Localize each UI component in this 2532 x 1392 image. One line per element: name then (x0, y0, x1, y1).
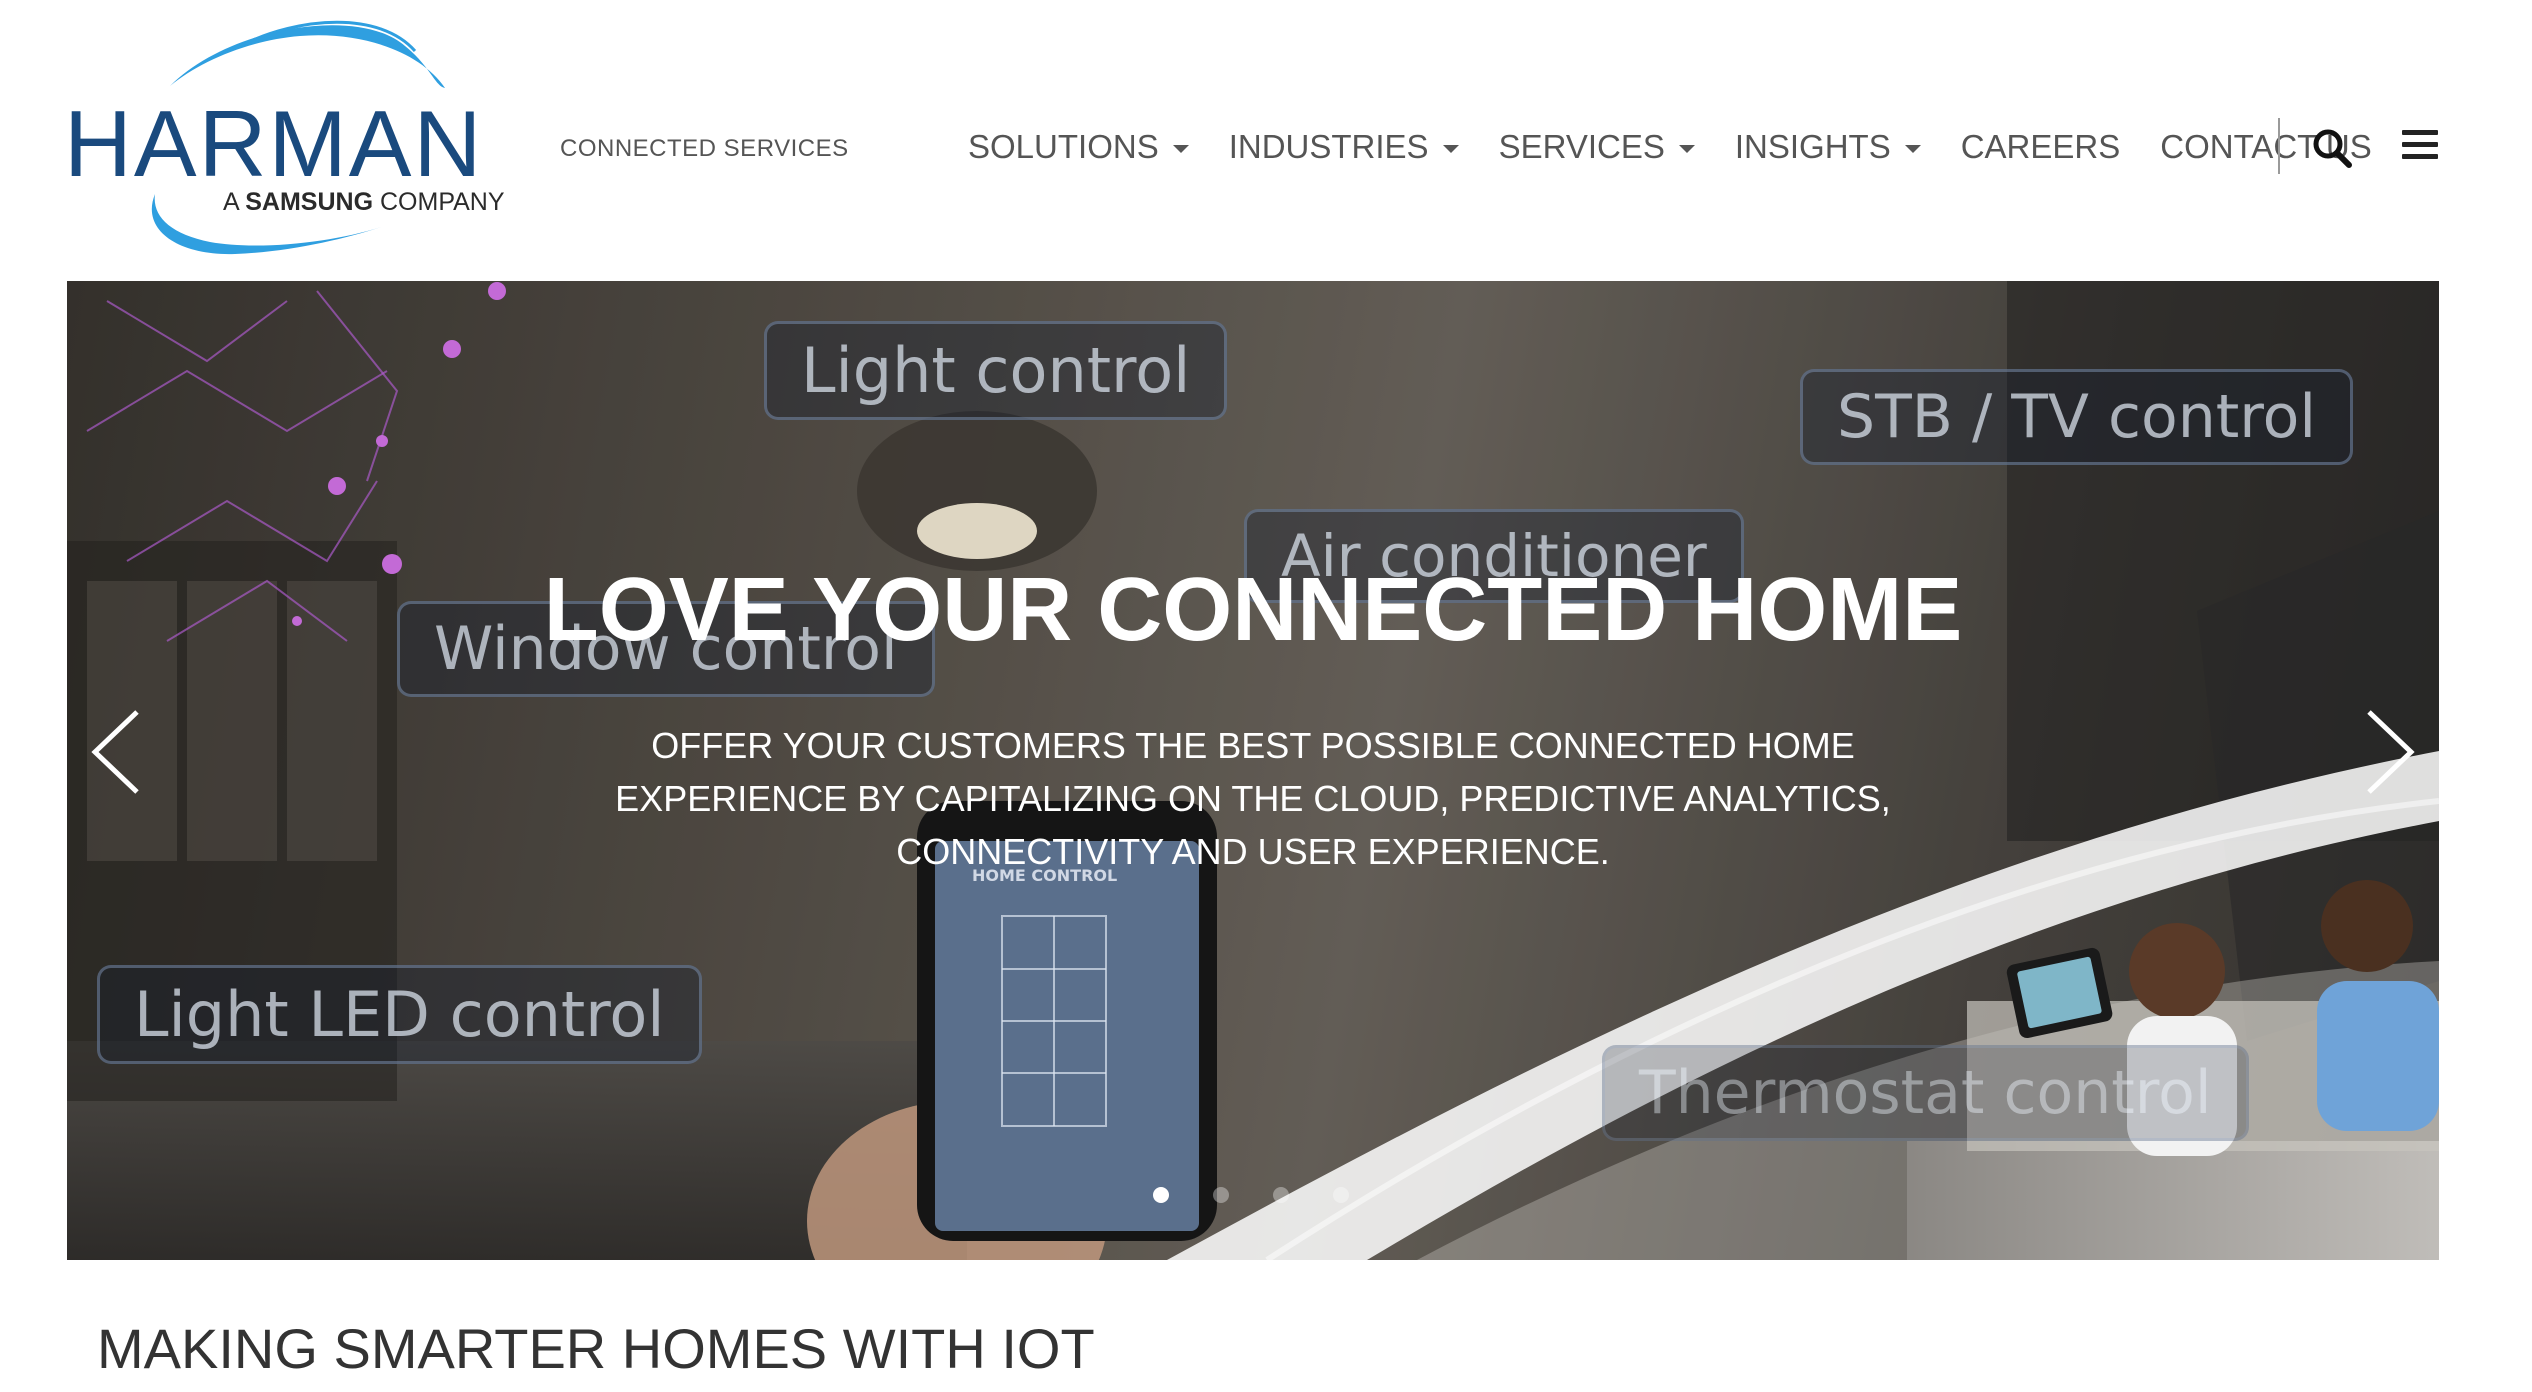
site-tagline: CONNECTED SERVICES (560, 135, 849, 162)
caret-down-icon (1172, 145, 1189, 153)
search-button[interactable] (2310, 126, 2354, 170)
main-navigation: SOLUTIONS INDUSTRIES SERVICES INSIGHTS C… (968, 120, 2412, 174)
caret-down-icon (1678, 145, 1695, 153)
logo-subline: A SAMSUNG COMPANY (223, 188, 505, 216)
chevron-left-icon (91, 710, 139, 794)
nav-item-label: INDUSTRIES (1228, 128, 1429, 165)
hero-subtitle: OFFER YOUR CUSTOMERS THE BEST POSSIBLE C… (615, 725, 1891, 872)
carousel-next-button[interactable] (2359, 707, 2419, 797)
bubble-stb-tv-control: STB / TV control (1800, 369, 2354, 465)
nav-item-label: INSIGHTS (1734, 128, 1891, 165)
hamburger-menu-button[interactable] (2402, 130, 2438, 164)
nav-item-label: CAREERS (1960, 128, 2121, 165)
nav-item-label: SERVICES (1498, 128, 1665, 165)
bubble-light-led-control: Light LED control (97, 965, 702, 1064)
nav-divider (2278, 118, 2280, 174)
carousel-dot-4[interactable] (1333, 1187, 1349, 1203)
carousel-dot-3[interactable] (1273, 1187, 1289, 1203)
nav-item-label: SOLUTIONS (968, 128, 1159, 165)
caret-down-icon (1904, 145, 1921, 153)
chevron-right-icon (2367, 710, 2415, 794)
caret-down-icon (1442, 145, 1459, 153)
carousel-dot-1[interactable] (1153, 1187, 1169, 1203)
search-icon (2313, 129, 2352, 168)
hero-title: LOVE YOUR CONNECTED HOME (543, 560, 1963, 660)
hamburger-menu-icon (2402, 130, 2438, 135)
bubble-light-control: Light control (764, 321, 1228, 420)
nav-item-solutions[interactable]: SOLUTIONS (968, 128, 1189, 166)
carousel-prev-button[interactable] (87, 707, 147, 797)
carousel-dot-2[interactable] (1213, 1187, 1229, 1203)
carousel-indicators (1153, 1187, 1393, 1203)
nav-item-insights[interactable]: INSIGHTS (1735, 128, 1921, 166)
bubble-thermostat-control: Thermostat control (1602, 1045, 2249, 1141)
section-title: MAKING SMARTER HOMES WITH IOT (97, 1317, 1095, 1380)
harman-logo[interactable]: HARMAN A SAMSUNG COMPANY (60, 6, 510, 264)
site-header: HARMAN A SAMSUNG COMPANY CONNECTED SERVI… (0, 0, 2532, 280)
nav-item-industries[interactable]: INDUSTRIES (1229, 128, 1459, 166)
nav-item-careers[interactable]: CAREERS (1961, 128, 2121, 166)
hero-carousel: HOME CONTROL Light control STB / TV cont… (67, 281, 2439, 1260)
nav-item-services[interactable]: SERVICES (1499, 128, 1695, 166)
harman-logo-graphic: HARMAN A SAMSUNG COMPANY (64, 20, 505, 255)
logo-wordmark: HARMAN (64, 91, 483, 196)
